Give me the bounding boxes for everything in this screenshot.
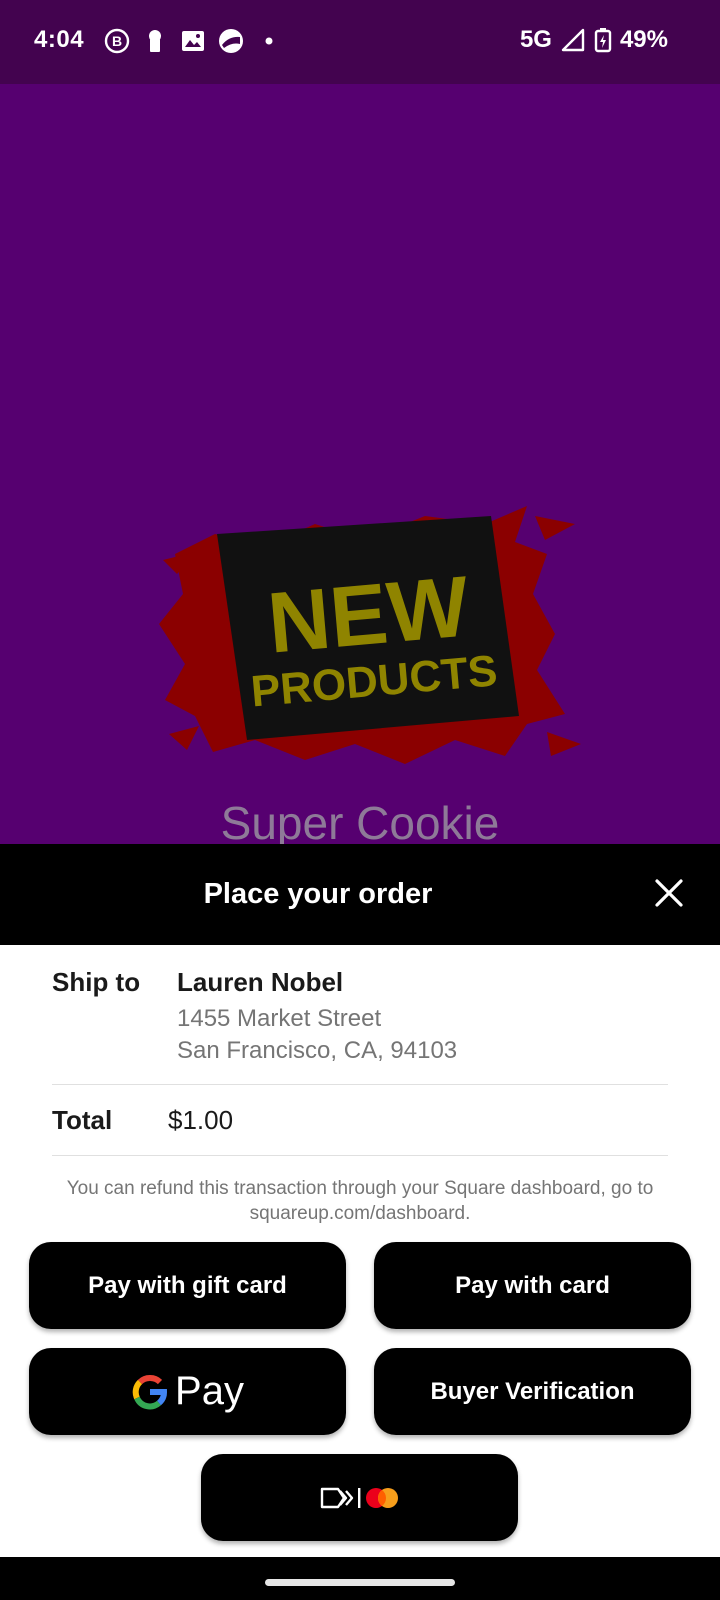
home-gesture-handle[interactable]: [265, 1579, 455, 1586]
close-button[interactable]: [648, 872, 690, 914]
battery-charging-icon: [594, 27, 612, 53]
weather-icon: [218, 28, 244, 54]
click-to-pay-button[interactable]: [201, 1454, 518, 1541]
notification-icons: B: [104, 28, 282, 54]
network-type: 5G: [519, 26, 552, 53]
keyhole-icon: [142, 28, 168, 54]
system-icons: 5G 49%: [520, 26, 668, 54]
product-hero: NEW PRODUCTS Super Cookie: [0, 84, 720, 844]
ship-name: Lauren Nobel: [177, 967, 344, 997]
pay-with-card-label: Pay with card: [455, 1271, 610, 1299]
address-line-2: San Francisco, CA, 94103: [177, 1037, 458, 1064]
pay-with-gift-card-label: Pay with gift card: [88, 1271, 287, 1299]
refund-note: You can refund this transaction through …: [66, 1178, 654, 1224]
battery-percent: 49%: [619, 26, 668, 53]
order-sheet: Ship to Lauren Nobel 1455 Market Street …: [0, 945, 720, 1557]
address-line-1: 1455 Market Street: [177, 1005, 382, 1032]
divider: [52, 1155, 668, 1156]
google-pay-label: Pay: [175, 1369, 244, 1413]
photo-icon: [180, 28, 206, 54]
ship-to-label: Ship to: [52, 967, 141, 997]
status-time: 4:04: [34, 26, 85, 53]
business-b-icon: B: [104, 28, 130, 54]
total-value: $1.00: [168, 1105, 234, 1135]
status-bar: 4:04 B 5G 49%: [0, 0, 720, 84]
sheet-title: Place your order: [203, 878, 433, 910]
close-icon: [655, 879, 683, 907]
new-products-banner: NEW PRODUCTS: [155, 494, 585, 784]
click-to-pay-icon: [320, 1487, 353, 1508]
google-g-icon: [132, 1374, 168, 1409]
dot-icon: [256, 28, 282, 54]
navigation-bar: [0, 1557, 720, 1600]
svg-text:B: B: [112, 33, 122, 49]
total-label: Total: [52, 1105, 113, 1135]
order-sheet-header: Place your order: [0, 844, 720, 945]
separator: [357, 1487, 360, 1508]
google-pay-button[interactable]: Pay: [29, 1348, 346, 1435]
divider: [52, 1084, 668, 1085]
product-title: Super Cookie: [220, 797, 500, 844]
pay-with-gift-card-button[interactable]: Pay with gift card: [29, 1242, 346, 1329]
buyer-verification-button[interactable]: Buyer Verification: [374, 1348, 691, 1435]
buyer-verification-label: Buyer Verification: [430, 1377, 635, 1405]
pay-with-card-button[interactable]: Pay with card: [374, 1242, 691, 1329]
mastercard-icon: [365, 1487, 398, 1508]
signal-icon: [560, 27, 586, 53]
